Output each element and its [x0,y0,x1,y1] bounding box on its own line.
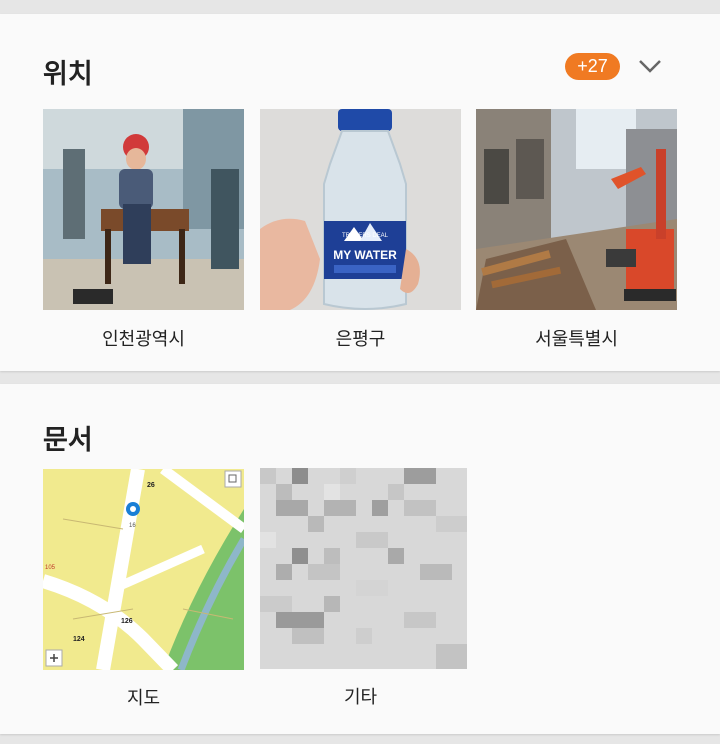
document-tile-map[interactable]: 26 16 126 124 105 지도 [43,469,244,708]
location-tile-seoul[interactable]: 서울특별시 [476,109,677,349]
photo-thumbnail[interactable] [43,109,244,310]
document-tile-other[interactable]: 기타 [260,468,467,707]
location-label: 서울특별시 [535,329,618,349]
bottle-brand-text: TRADERS DEAL [342,233,389,239]
map-number: 124 [73,636,85,643]
map-number: 16 [129,523,136,529]
section-title-location: 위치 [43,59,93,89]
map-number: 26 [147,482,155,489]
location-tile-eunpyeong[interactable]: TRADERS DEAL MY WATER 은평구 [260,109,461,349]
document-label: 기타 [343,687,378,707]
map-number: 126 [121,618,133,625]
layers-icon[interactable] [224,470,242,488]
location-label: 은평구 [335,329,386,349]
section-title-documents: 문서 [43,425,93,455]
bottle-label-text: MY WATER [333,248,397,262]
map-thumbnail[interactable]: 26 16 126 124 105 [43,469,244,670]
location-section: 위치 +27 인천광역시 TRADERS DEAL MY WATER 은평구 서… [0,14,720,371]
photo-thumbnail[interactable] [476,109,677,310]
chevron-down-icon[interactable] [637,57,663,75]
documents-section: 문서 26 16 126 124 105 지도 기타 [0,384,720,734]
location-tile-incheon[interactable]: 인천광역시 [43,109,244,349]
location-count-badge[interactable]: +27 [565,53,620,80]
photo-thumbnail[interactable]: TRADERS DEAL MY WATER [260,109,461,310]
location-label: 인천광역시 [102,329,185,349]
map-number: 105 [45,565,56,571]
document-label: 지도 [126,688,161,708]
blurred-document-thumbnail[interactable] [260,468,467,669]
